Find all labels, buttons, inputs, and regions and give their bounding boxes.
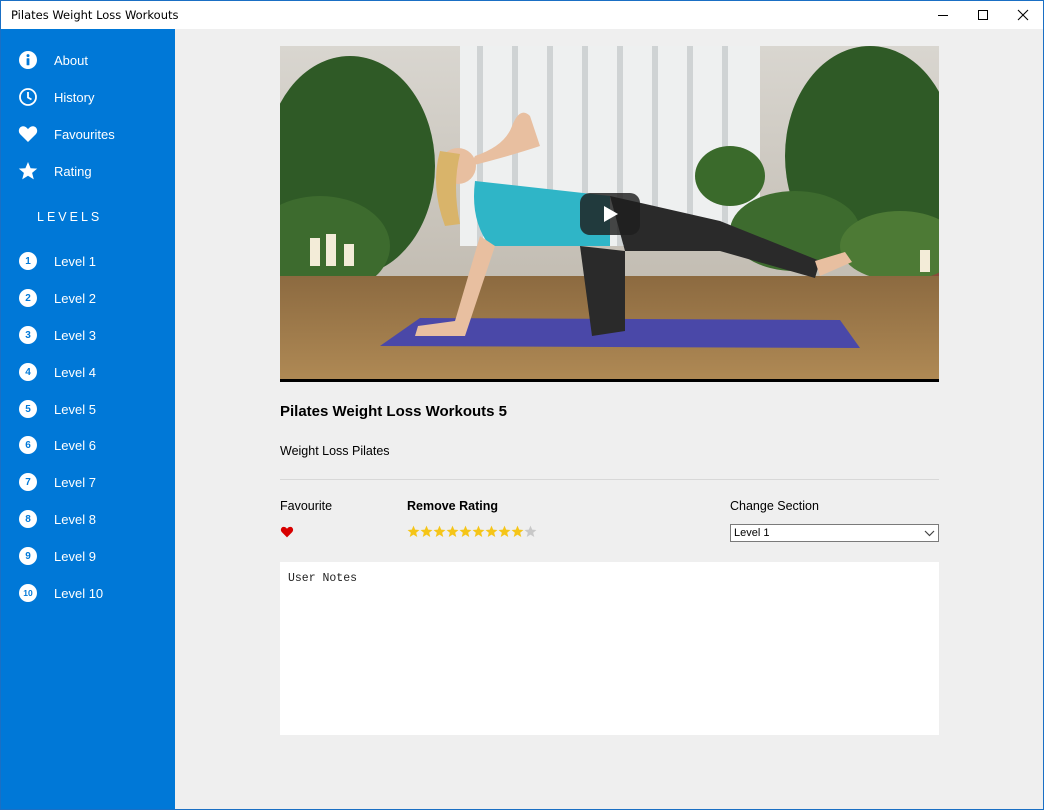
maximize-icon xyxy=(978,10,988,20)
sidebar-item-favourites[interactable]: Favourites xyxy=(1,119,175,149)
rating-stars[interactable] xyxy=(407,525,537,538)
section-select-value: Level 1 xyxy=(734,527,770,539)
clock-icon xyxy=(18,87,38,107)
sidebar-item-label: Level 8 xyxy=(54,511,96,527)
number-4-icon: 4 xyxy=(18,362,38,382)
level-number: 5 xyxy=(19,400,37,418)
sidebar-item-label: Level 1 xyxy=(54,253,96,269)
sidebar-item-label: Level 5 xyxy=(54,401,96,417)
maximize-button[interactable] xyxy=(963,1,1003,29)
title-bar[interactable]: Pilates Weight Loss Workouts xyxy=(1,1,1043,29)
video-player[interactable] xyxy=(280,46,939,382)
sidebar-item-label: Level 10 xyxy=(54,585,104,601)
sidebar-item-label: Rating xyxy=(54,163,92,179)
close-icon xyxy=(1017,9,1029,21)
level-number: 7 xyxy=(19,473,37,491)
video-title: Pilates Weight Loss Workouts 5 xyxy=(280,403,507,420)
sidebar-item-label: Favourites xyxy=(54,126,115,142)
rating-star-icon[interactable] xyxy=(433,525,446,538)
level-number: 4 xyxy=(19,363,37,381)
number-5-icon: 5 xyxy=(18,399,38,419)
minimize-button[interactable] xyxy=(923,1,963,29)
play-icon xyxy=(604,206,618,222)
sidebar-item-level-1[interactable]: 1 Level 1 xyxy=(1,246,175,276)
number-8-icon: 8 xyxy=(18,509,38,529)
number-2-icon: 2 xyxy=(18,288,38,308)
level-number: 1 xyxy=(19,252,37,270)
levels-heading: LEVELS xyxy=(37,210,103,224)
level-number: 9 xyxy=(19,547,37,565)
change-section-label: Change Section xyxy=(730,499,819,513)
sidebar-item-label: Level 9 xyxy=(54,548,96,564)
sidebar-item-label: Level 7 xyxy=(54,474,96,490)
sidebar-item-label: About xyxy=(54,52,88,68)
rating-star-icon[interactable] xyxy=(407,525,420,538)
sidebar-item-level-4[interactable]: 4 Level 4 xyxy=(1,357,175,387)
level-number: 3 xyxy=(19,326,37,344)
rating-star-icon[interactable] xyxy=(524,525,537,538)
info-icon xyxy=(18,50,38,70)
sidebar-item-label: History xyxy=(54,89,95,105)
heart-icon xyxy=(18,124,38,144)
star-icon xyxy=(18,161,38,181)
number-6-icon: 6 xyxy=(18,435,38,455)
sidebar-item-label: Level 3 xyxy=(54,327,96,343)
level-number: 10 xyxy=(19,584,37,602)
number-10-icon: 10 xyxy=(18,583,38,603)
sidebar-item-level-9[interactable]: 9 Level 9 xyxy=(1,541,175,571)
divider xyxy=(280,479,939,480)
sidebar-item-level-8[interactable]: 8 Level 8 xyxy=(1,504,175,534)
remove-rating-button[interactable]: Remove Rating xyxy=(407,499,498,513)
rating-star-icon[interactable] xyxy=(485,525,498,538)
section-select[interactable]: Level 1 xyxy=(730,524,939,542)
number-7-icon: 7 xyxy=(18,472,38,492)
sidebar-item-label: Level 6 xyxy=(54,437,96,453)
rating-star-icon[interactable] xyxy=(472,525,485,538)
app-window: Pilates Weight Loss Workouts About Histo… xyxy=(0,0,1044,810)
play-button[interactable] xyxy=(580,193,640,235)
user-notes-input[interactable] xyxy=(280,562,939,735)
number-3-icon: 3 xyxy=(18,325,38,345)
favourite-toggle[interactable] xyxy=(280,525,294,543)
close-button[interactable] xyxy=(1003,1,1043,29)
sidebar-item-rating[interactable]: Rating xyxy=(1,156,175,186)
sidebar-item-label: Level 4 xyxy=(54,364,96,380)
sidebar-item-level-7[interactable]: 7 Level 7 xyxy=(1,467,175,497)
rating-star-icon[interactable] xyxy=(459,525,472,538)
heart-icon xyxy=(280,526,294,538)
rating-star-icon[interactable] xyxy=(498,525,511,538)
sidebar: About History Favourites Rating LEVELS 1 xyxy=(1,29,175,809)
minimize-icon xyxy=(938,15,948,16)
rating-star-icon[interactable] xyxy=(446,525,459,538)
rating-star-icon[interactable] xyxy=(511,525,524,538)
chevron-down-icon xyxy=(924,530,935,537)
main-content: Pilates Weight Loss Workouts 5 Weight Lo… xyxy=(175,29,1043,809)
level-number: 6 xyxy=(19,436,37,454)
favourite-label: Favourite xyxy=(280,499,333,513)
rating-star-icon[interactable] xyxy=(420,525,433,538)
video-subtitle: Weight Loss Pilates xyxy=(280,444,390,458)
sidebar-item-level-6[interactable]: 6 Level 6 xyxy=(1,430,175,460)
sidebar-item-label: Level 2 xyxy=(54,290,96,306)
window-title: Pilates Weight Loss Workouts xyxy=(11,8,179,22)
sidebar-item-level-5[interactable]: 5 Level 5 xyxy=(1,394,175,424)
sidebar-item-history[interactable]: History xyxy=(1,82,175,112)
number-9-icon: 9 xyxy=(18,546,38,566)
sidebar-item-level-10[interactable]: 10 Level 10 xyxy=(1,578,175,608)
level-number: 8 xyxy=(19,510,37,528)
sidebar-item-about[interactable]: About xyxy=(1,45,175,75)
sidebar-item-level-3[interactable]: 3 Level 3 xyxy=(1,320,175,350)
level-number: 2 xyxy=(19,289,37,307)
number-1-icon: 1 xyxy=(18,251,38,271)
video-progress-bar xyxy=(280,379,939,382)
sidebar-item-level-2[interactable]: 2 Level 2 xyxy=(1,283,175,313)
